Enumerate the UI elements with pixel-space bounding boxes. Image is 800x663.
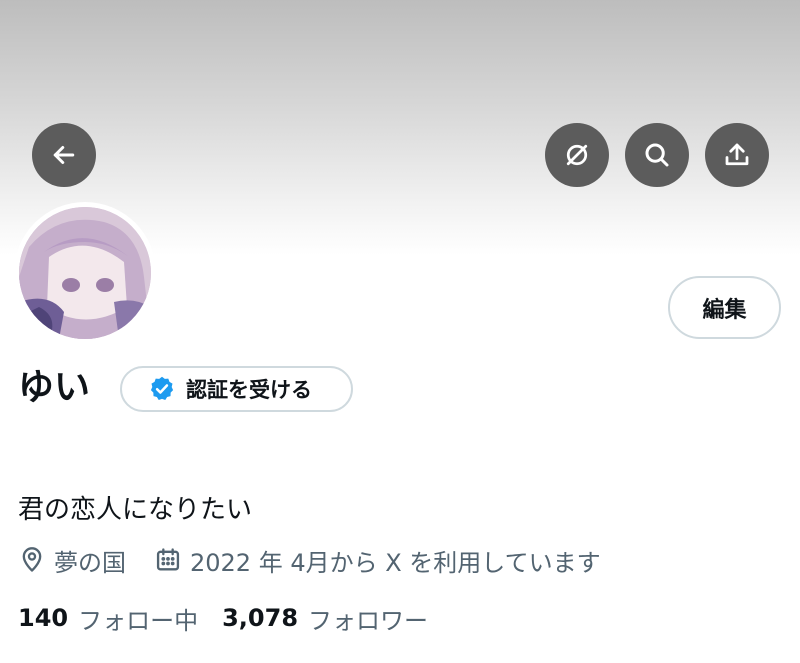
join-date: 2022 年 4月から X を利用しています bbox=[154, 543, 601, 578]
follow-stats: 140 フォロー中 3,078 フォロワー bbox=[18, 601, 428, 635]
location: 夢の国 bbox=[18, 543, 126, 578]
verified-badge-icon bbox=[150, 376, 174, 400]
followers-link[interactable]: 3,078 フォロワー bbox=[222, 601, 428, 636]
calendar-icon bbox=[156, 548, 180, 571]
location-text: 夢の国 bbox=[54, 548, 126, 577]
get-verified-button[interactable]: 認証を受ける bbox=[120, 366, 353, 412]
following-label: フォロー中 bbox=[78, 606, 199, 635]
back-button[interactable] bbox=[32, 123, 96, 187]
translate-off-icon bbox=[566, 144, 588, 166]
edit-profile-button[interactable]: 編集 bbox=[668, 276, 781, 339]
display-name: ゆい bbox=[18, 367, 91, 408]
avatar-image bbox=[19, 207, 151, 339]
search-icon bbox=[645, 143, 669, 167]
arrow-left-icon bbox=[53, 146, 75, 164]
followers-label: フォロワー bbox=[308, 606, 429, 635]
following-link[interactable]: 140 フォロー中 bbox=[18, 601, 198, 636]
profile-bio: 君の恋人になりたい bbox=[18, 495, 253, 525]
profile-meta: 夢の国 2022 年 4月から X を利用しています bbox=[18, 543, 601, 577]
translate-button[interactable] bbox=[545, 123, 609, 187]
avatar[interactable] bbox=[14, 202, 156, 344]
share-icon bbox=[725, 143, 749, 166]
location-pin-icon bbox=[22, 547, 42, 572]
get-verified-label: 認証を受ける bbox=[186, 378, 312, 402]
followers-count: 3,078 bbox=[222, 604, 299, 632]
join-date-text: 2022 年 4月から X を利用しています bbox=[190, 548, 601, 577]
following-count: 140 bbox=[18, 604, 69, 632]
search-button[interactable] bbox=[625, 123, 689, 187]
share-button[interactable] bbox=[705, 123, 769, 187]
